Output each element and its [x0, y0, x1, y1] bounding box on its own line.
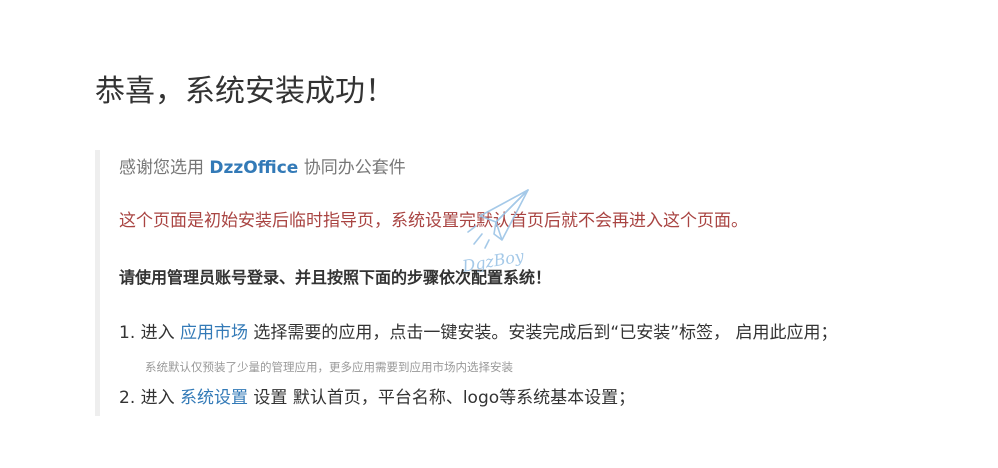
step-2: 2. 进入 系统设置 设置 默认首页，平台名称、logo等系统基本设置； — [119, 386, 635, 410]
thanks-line: 感谢您选用 DzzOffice 协同办公套件 — [119, 156, 406, 180]
page: { "title": "恭喜，系统安装成功！", "thanks": { "pr… — [0, 0, 998, 468]
step-2-suffix: 设置 默认首页，平台名称、logo等系统基本设置； — [248, 388, 636, 408]
step-2-prefix: 2. 进入 — [119, 388, 181, 408]
app-market-link[interactable]: 应用市场 — [180, 323, 248, 343]
system-settings-link[interactable]: 系统设置 — [180, 388, 248, 408]
step-1-hint: 系统默认仅预装了少量的管理应用，更多应用需要到应用市场内选择安装 — [145, 360, 513, 374]
temporary-page-notice: 这个页面是初始安装后临时指导页，系统设置完默认首页后就不会再进入这个页面。 — [119, 211, 748, 231]
watermark-text: DgzBoy — [460, 246, 526, 272]
thanks-prefix: 感谢您选用 — [119, 158, 210, 178]
step-1-suffix: 选择需要的应用，点击一键安装。安装完成后到“已安装”标签， 启用此应用； — [248, 323, 838, 343]
page-title: 恭喜，系统安装成功！ — [95, 74, 395, 109]
watermark: DgzBoy — [460, 189, 529, 272]
thanks-suffix: 协同办公套件 — [298, 158, 406, 178]
step-1: 1. 进入 应用市场 选择需要的应用，点击一键安装。安装完成后到“已安装”标签，… — [119, 321, 837, 345]
brand-name: DzzOffice — [209, 158, 299, 178]
paper-plane-icon — [467, 189, 529, 249]
step-1-prefix: 1. 进入 — [119, 323, 181, 343]
